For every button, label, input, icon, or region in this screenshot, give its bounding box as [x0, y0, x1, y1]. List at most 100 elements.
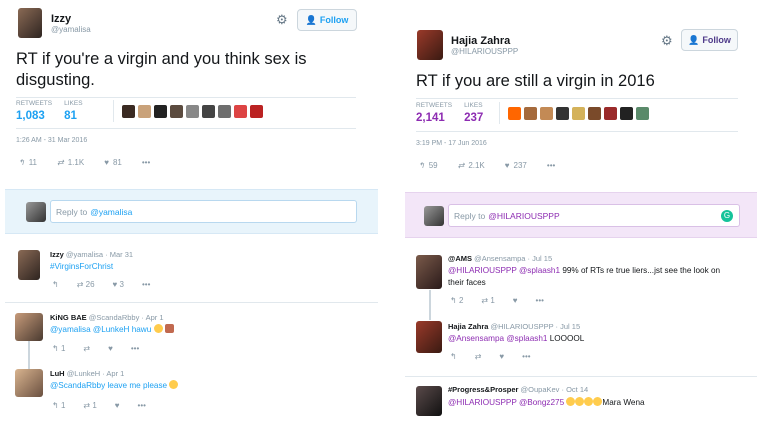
user-handle[interactable]: @yamalisa — [51, 25, 91, 34]
reply-action[interactable]: ↰ 1 — [52, 344, 65, 353]
avatar[interactable] — [417, 30, 443, 60]
reply-tweet[interactable]: @AMS @Ansensampa · Jul 15 @HILARIOUSPPP … — [403, 250, 757, 314]
gear-icon[interactable]: ⚙ — [661, 33, 673, 49]
hashtag-link[interactable]: #VirginsForChrist — [50, 262, 113, 271]
retweet-action[interactable]: ⇄ 1 — [481, 296, 494, 305]
avatar[interactable] — [15, 313, 43, 341]
reply-tweet[interactable]: Hajia Zahra @HILARIOUSPPP · Jul 15 @Anse… — [403, 316, 757, 372]
more-icon[interactable]: ••• — [536, 296, 544, 305]
liker-avatar[interactable] — [540, 106, 554, 120]
retweet-icon[interactable]: ⇄ — [475, 352, 482, 361]
more-icon[interactable]: ••• — [142, 158, 150, 167]
reply-text: @ScandaRbby leave me please — [50, 380, 179, 392]
liker-avatar[interactable] — [620, 106, 634, 120]
reply-mentions[interactable]: @HILARIOUSPPP @Bongz275 — [448, 398, 564, 407]
liker-avatar[interactable] — [217, 104, 231, 118]
reply-action[interactable]: ↰ 2 — [450, 296, 463, 305]
user-name[interactable]: Hajia Zahra — [451, 35, 518, 47]
reply-tweet[interactable]: LuH @LunkeH · Apr 1 @ScandaRbby leave me… — [0, 364, 378, 421]
reply-mentions[interactable]: @Ansensampa @splaash1 — [448, 334, 547, 343]
heart-icon[interactable]: ♥ — [513, 296, 518, 305]
avatar[interactable] — [15, 369, 43, 397]
reply-name[interactable]: @AMS — [448, 254, 472, 263]
retweets-stat[interactable]: RETWEETS 2,141 — [416, 102, 452, 124]
reply-action[interactable]: ↰ 11 — [18, 158, 37, 167]
reply-name[interactable]: LuH — [50, 369, 65, 378]
reply-handle[interactable]: @ScandaRbby · Apr 1 — [89, 313, 164, 322]
reply-handle[interactable]: @LunkeH · Apr 1 — [67, 369, 125, 378]
liker-avatar[interactable] — [233, 104, 247, 118]
avatar[interactable] — [416, 386, 442, 416]
user-handle[interactable]: @HILARIOUSPPP — [451, 47, 518, 56]
avatar[interactable] — [18, 250, 40, 280]
reply-tweet[interactable]: KiNG BAE @ScandaRbby · Apr 1 @yamalisa @… — [0, 308, 378, 364]
heart-icon[interactable]: ♥ — [115, 401, 120, 410]
more-icon[interactable]: ••• — [138, 401, 146, 410]
reply-input[interactable]: Reply to @yamalisa — [50, 200, 357, 223]
retweet-count: 2.1K — [468, 161, 485, 170]
retweet-action[interactable]: ⇄ 2.1K — [458, 161, 485, 170]
more-icon[interactable]: ••• — [131, 344, 139, 353]
user-name[interactable]: Izzy — [51, 13, 91, 25]
reply-name[interactable]: Hajia Zahra — [448, 322, 488, 331]
liker-avatar[interactable] — [249, 104, 263, 118]
reply-count: 1 — [60, 401, 66, 410]
follow-button[interactable]: 👤 Follow — [681, 29, 738, 51]
retweet-action[interactable]: ⇄ 1.1K — [57, 158, 84, 167]
reply-handle[interactable]: @yamalisa · Mar 31 — [66, 250, 133, 259]
avatar[interactable] — [416, 321, 442, 353]
liker-avatar[interactable] — [185, 104, 199, 118]
reply-name[interactable]: KiNG BAE — [50, 313, 87, 322]
like-action[interactable]: ♥ 81 — [104, 158, 122, 167]
reply-icon[interactable]: ↰ — [52, 280, 59, 289]
reply-action[interactable]: ↰ 59 — [418, 161, 438, 170]
reply-input[interactable]: Reply to @HILARIOUSPPP G — [448, 204, 740, 227]
gear-icon[interactable]: ⚙ — [276, 12, 288, 28]
reply-handle[interactable]: @OupaKev · Oct 14 — [521, 385, 589, 394]
avatar[interactable] — [416, 255, 442, 289]
retweet-action[interactable]: ⇄ 1 — [83, 401, 96, 410]
retweet-count: 1.1K — [67, 158, 85, 167]
likes-stat[interactable]: LIKES 81 — [64, 100, 82, 122]
liker-avatar[interactable] — [588, 106, 602, 120]
add-user-icon: 👤 — [688, 34, 700, 45]
more-icon[interactable]: ••• — [142, 280, 150, 289]
tweet-timestamp[interactable]: 3:19 PM - 17 Jun 2016 — [416, 140, 487, 147]
liker-avatar[interactable] — [572, 106, 586, 120]
retweet-action[interactable]: ⇄ 26 — [77, 280, 95, 289]
liker-avatar[interactable] — [153, 104, 167, 118]
reply-name[interactable]: Izzy — [50, 250, 64, 259]
reply-tweet[interactable]: Izzy @yamalisa · Mar 31 #VirginsForChris… — [0, 245, 378, 301]
more-icon[interactable]: ••• — [522, 352, 530, 361]
likes-stat[interactable]: LIKES 237 — [464, 102, 483, 124]
reply-mentions[interactable]: @HILARIOUSPPP @splaash1 — [448, 266, 560, 275]
tweet-timestamp[interactable]: 1:26 AM - 31 Mar 2016 — [16, 137, 87, 144]
reply-handle[interactable]: @Ansensampa · Jul 15 — [474, 254, 552, 263]
grammarly-icon[interactable]: G — [721, 210, 733, 222]
more-icon[interactable]: ••• — [547, 161, 555, 170]
reply-icon[interactable]: ↰ — [450, 352, 457, 361]
liker-avatar[interactable] — [604, 106, 618, 120]
liker-avatar[interactable] — [137, 104, 151, 118]
avatar[interactable] — [18, 8, 42, 38]
liker-avatar[interactable] — [524, 106, 538, 120]
heart-icon[interactable]: ♥ — [108, 344, 113, 353]
like-action[interactable]: ♥ 237 — [505, 161, 527, 170]
heart-icon[interactable]: ♥ — [499, 352, 504, 361]
reply-tweet[interactable]: #Progress&Prosper @OupaKev · Oct 14 @HIL… — [403, 382, 757, 421]
reply-name[interactable]: #Progress&Prosper — [448, 385, 518, 394]
reply-icon: ↰ — [18, 158, 25, 167]
reply-handle[interactable]: @HILARIOUSPPP · Jul 15 — [491, 322, 581, 331]
reply-action[interactable]: ↰ 1 — [52, 401, 65, 410]
follow-button[interactable]: 👤 Follow — [297, 9, 357, 31]
liker-avatar[interactable] — [556, 106, 570, 120]
retweets-stat[interactable]: RETWEETS 1,083 — [16, 100, 52, 122]
retweets-label: RETWEETS — [16, 100, 53, 107]
liker-avatar[interactable] — [636, 106, 650, 120]
liker-avatar[interactable] — [121, 104, 135, 118]
liker-avatar[interactable] — [508, 106, 522, 120]
liker-avatar[interactable] — [169, 104, 183, 118]
liker-avatar[interactable] — [201, 104, 215, 118]
retweet-icon[interactable]: ⇄ — [83, 344, 90, 353]
like-action[interactable]: ♥ 3 — [113, 280, 124, 289]
